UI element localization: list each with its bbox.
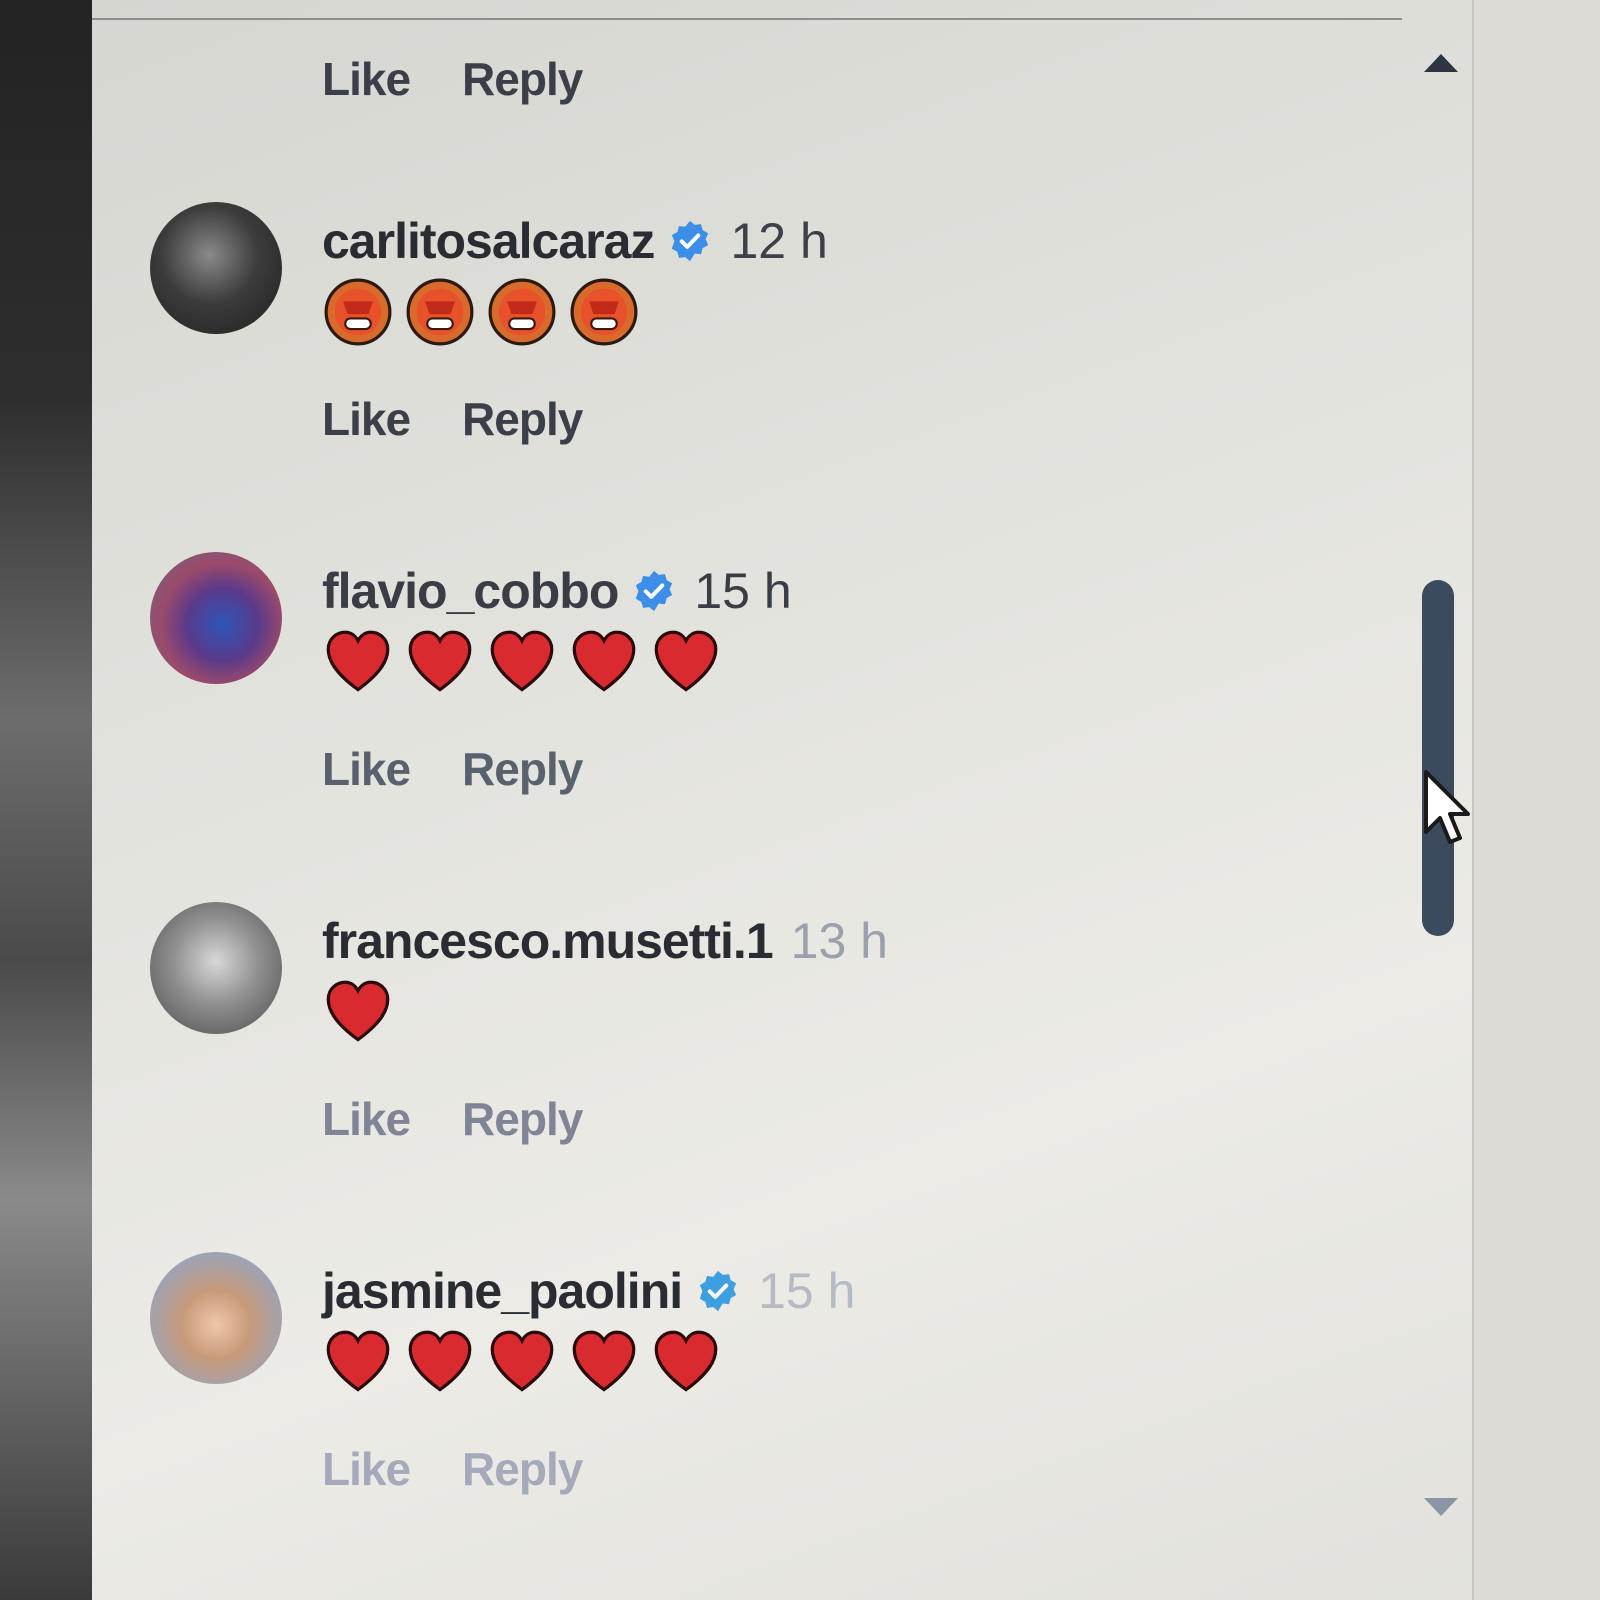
- comment-text: [324, 978, 392, 1046]
- comment-header: francesco.musetti.1 13 h: [322, 912, 888, 970]
- like-button[interactable]: Like: [322, 742, 411, 796]
- star-struck-face-emoji-icon: [488, 278, 556, 346]
- verified-badge-icon: [699, 1270, 737, 1312]
- comment-actions: Like Reply: [322, 1442, 583, 1496]
- comment-actions: Like Reply: [322, 392, 583, 446]
- reply-button[interactable]: Reply: [462, 1442, 583, 1496]
- avatar[interactable]: [150, 902, 282, 1034]
- avatar[interactable]: [150, 552, 282, 684]
- username[interactable]: carlitosalcaraz: [322, 212, 655, 270]
- comment-text: [324, 278, 638, 346]
- avatar[interactable]: [150, 1252, 282, 1384]
- red-heart-emoji-icon: [654, 1330, 718, 1392]
- red-heart-emoji-icon: [326, 1330, 390, 1392]
- red-heart-emoji-icon: [572, 630, 636, 692]
- like-button[interactable]: Like: [322, 52, 411, 106]
- reply-button[interactable]: Reply: [462, 742, 583, 796]
- reply-button[interactable]: Reply: [462, 52, 583, 106]
- username[interactable]: jasmine_paolini: [322, 1262, 683, 1320]
- star-struck-face-emoji-icon: [324, 278, 392, 346]
- reply-button[interactable]: Reply: [462, 392, 583, 446]
- red-heart-emoji-icon: [408, 630, 472, 692]
- verified-badge-icon: [672, 220, 709, 262]
- scrollbar-thumb[interactable]: [1422, 580, 1454, 936]
- star-struck-face-emoji-icon: [570, 278, 638, 346]
- like-button[interactable]: Like: [322, 1442, 411, 1496]
- star-struck-face-emoji-icon: [406, 278, 474, 346]
- avatar[interactable]: [150, 202, 282, 334]
- timestamp: 15 h: [694, 563, 792, 619]
- scroll-up-arrow-icon[interactable]: [1424, 54, 1458, 72]
- comment-header: flavio_cobbo 15 h: [322, 562, 792, 620]
- divider: [92, 18, 1402, 20]
- background-photo-edge: [0, 0, 92, 1600]
- scroll-down-arrow-icon[interactable]: [1424, 1498, 1458, 1516]
- comment-header: jasmine_paolini 15 h: [322, 1262, 855, 1320]
- like-button[interactable]: Like: [322, 392, 411, 446]
- username[interactable]: flavio_cobbo: [322, 562, 619, 620]
- comment-actions: Like Reply: [322, 742, 583, 796]
- red-heart-emoji-icon: [490, 630, 554, 692]
- red-heart-emoji-icon: [408, 1330, 472, 1392]
- comment-actions: Like Reply: [322, 1092, 583, 1146]
- mouse-cursor-icon: [1424, 770, 1470, 844]
- red-heart-emoji-icon: [654, 630, 718, 692]
- comment-actions: Like Reply: [322, 52, 583, 106]
- verified-badge-icon: [636, 570, 673, 612]
- like-button[interactable]: Like: [322, 1092, 411, 1146]
- comment-text: [324, 1328, 720, 1396]
- red-heart-emoji-icon: [490, 1330, 554, 1392]
- red-heart-emoji-icon: [572, 1330, 636, 1392]
- comment-header: carlitosalcaraz 12 h: [322, 212, 828, 270]
- red-heart-emoji-icon: [326, 980, 390, 1042]
- timestamp: 15 h: [758, 1263, 856, 1319]
- timestamp: 12 h: [730, 213, 828, 269]
- panel-margin: [1474, 0, 1600, 1600]
- reply-button[interactable]: Reply: [462, 1092, 583, 1146]
- timestamp: 13 h: [790, 913, 888, 969]
- username[interactable]: francesco.musetti.1: [322, 912, 774, 970]
- comment-text: [324, 628, 720, 696]
- red-heart-emoji-icon: [326, 630, 390, 692]
